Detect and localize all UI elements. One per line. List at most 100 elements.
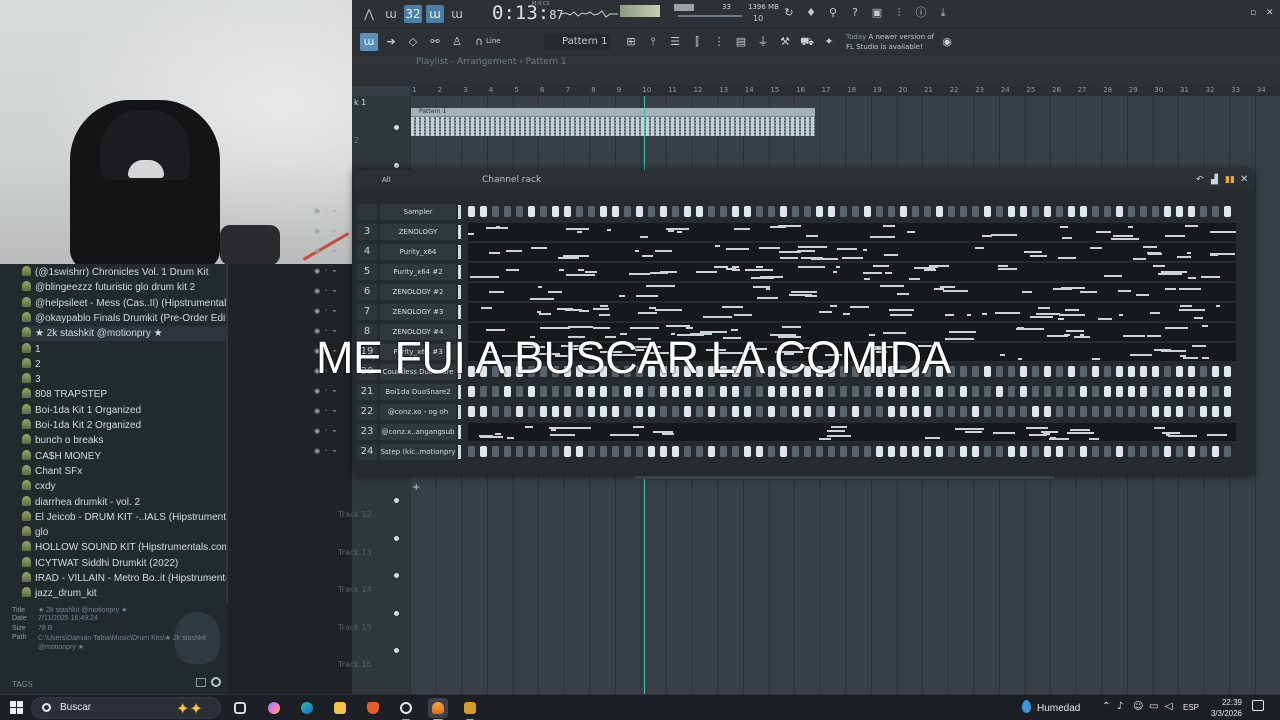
channel-mixer-track[interactable]: 24 [357, 444, 377, 460]
step-button[interactable] [756, 206, 763, 217]
track-mute-dot[interactable] [394, 498, 399, 503]
channel-mixer-track[interactable]: 22 [357, 404, 377, 420]
step-button[interactable] [984, 206, 991, 217]
step-button[interactable] [948, 446, 955, 457]
channel-pan-vol-icons[interactable]: ◉◦⌁ [314, 407, 340, 415]
step-button[interactable] [888, 386, 895, 397]
step-button[interactable] [852, 386, 859, 397]
channel-rack-scrollbar[interactable] [634, 476, 1054, 479]
step-button[interactable] [528, 206, 535, 217]
channel-select-indicator[interactable] [458, 205, 461, 219]
edge-icon[interactable] [297, 698, 317, 718]
step-button[interactable] [588, 406, 595, 417]
step-button[interactable] [768, 386, 775, 397]
browser-item[interactable]: 2 [22, 357, 228, 372]
step-button[interactable] [792, 386, 799, 397]
step-button[interactable] [468, 446, 475, 457]
step-button[interactable] [492, 206, 499, 217]
step-button[interactable] [1140, 206, 1147, 217]
step-button[interactable] [1176, 446, 1183, 457]
step-button[interactable] [1056, 406, 1063, 417]
sliders-icon[interactable]: ⫯ [644, 33, 662, 51]
step-button[interactable] [1056, 386, 1063, 397]
channel-select-indicator[interactable] [458, 305, 461, 319]
channel-name-button[interactable]: Purity_x64 [380, 244, 456, 260]
step-button[interactable] [912, 446, 919, 457]
step-button[interactable] [804, 406, 811, 417]
step-button[interactable] [732, 206, 739, 217]
step-button[interactable] [1152, 406, 1159, 417]
step-button[interactable] [744, 386, 751, 397]
step-button[interactable] [540, 206, 547, 217]
channel-pan-vol-icons[interactable]: ◉◦⌁ [314, 267, 340, 275]
mini-piano-roll[interactable] [468, 243, 1236, 261]
step-button[interactable] [972, 206, 979, 217]
step-button[interactable] [720, 386, 727, 397]
step-button[interactable] [996, 206, 1003, 217]
track-mute-dot[interactable] [394, 648, 399, 653]
step-button[interactable] [528, 406, 535, 417]
browser-scrollbar[interactable] [226, 264, 228, 604]
track-mute-dot[interactable] [394, 125, 399, 130]
network-icon[interactable]: ▭ [1149, 701, 1158, 712]
step-button[interactable] [888, 206, 895, 217]
step-button[interactable] [744, 406, 751, 417]
step-button[interactable] [1068, 206, 1075, 217]
task-view-icon[interactable] [230, 698, 250, 718]
step-button[interactable] [1056, 446, 1063, 457]
step-button[interactable] [1020, 206, 1027, 217]
clipboard-icon[interactable]: ▤ [732, 33, 750, 51]
step-button[interactable] [1092, 406, 1099, 417]
song-time[interactable]: 0:13:87 [492, 2, 564, 24]
step-button[interactable] [648, 406, 655, 417]
step-button[interactable] [1200, 206, 1207, 217]
step-button[interactable] [660, 406, 667, 417]
step-button[interactable] [756, 386, 763, 397]
step-button[interactable] [1020, 406, 1027, 417]
step-button[interactable] [1008, 386, 1015, 397]
step-button[interactable] [1068, 366, 1075, 377]
step-button[interactable] [636, 406, 643, 417]
step-button[interactable] [552, 386, 559, 397]
browser-item[interactable]: Chant SFx [22, 464, 228, 479]
step-button[interactable] [756, 446, 763, 457]
step-button[interactable] [636, 206, 643, 217]
step-button[interactable] [504, 206, 511, 217]
step-button[interactable] [840, 206, 847, 217]
channel-pan-vol-icons[interactable]: ◉◦⌁ [314, 427, 340, 435]
step-button[interactable] [1212, 366, 1219, 377]
notification-icon[interactable] [1252, 700, 1264, 711]
step-button[interactable] [552, 406, 559, 417]
step-button[interactable] [624, 406, 631, 417]
step-button[interactable] [732, 406, 739, 417]
step-button[interactable] [1200, 406, 1207, 417]
step-button[interactable] [624, 386, 631, 397]
step-button[interactable] [648, 386, 655, 397]
eq-icon[interactable]: ⫿ [688, 33, 706, 51]
step-button[interactable] [876, 386, 883, 397]
step-button[interactable] [1104, 406, 1111, 417]
step-button[interactable] [1068, 446, 1075, 457]
step-button[interactable] [1116, 446, 1123, 457]
step-button[interactable] [912, 206, 919, 217]
browser-item[interactable]: bunch o breaks [22, 433, 228, 448]
download-icon[interactable]: ⤓ [936, 6, 950, 20]
browser-item[interactable]: glo [22, 525, 228, 540]
step-button[interactable] [468, 386, 475, 397]
step-button[interactable] [492, 386, 499, 397]
step-button[interactable] [552, 206, 559, 217]
master-pitch-slider[interactable] [678, 15, 742, 17]
step-button[interactable] [792, 446, 799, 457]
step-button[interactable] [1116, 406, 1123, 417]
windows-start-icon[interactable] [10, 701, 23, 714]
step-button[interactable] [804, 206, 811, 217]
mixer-mode-icon[interactable]: ɯ [382, 5, 400, 23]
step-button[interactable] [972, 386, 979, 397]
volume-icon[interactable]: ◁ [1165, 701, 1173, 712]
save-icon[interactable]: ▣ [870, 6, 884, 20]
pattern-clip[interactable]: Pattern 1 [411, 108, 815, 136]
step-button[interactable] [972, 446, 979, 457]
step-button[interactable] [1188, 206, 1195, 217]
clock[interactable]: 22:39 3/3/2026 [1202, 697, 1242, 719]
step-button[interactable] [732, 386, 739, 397]
